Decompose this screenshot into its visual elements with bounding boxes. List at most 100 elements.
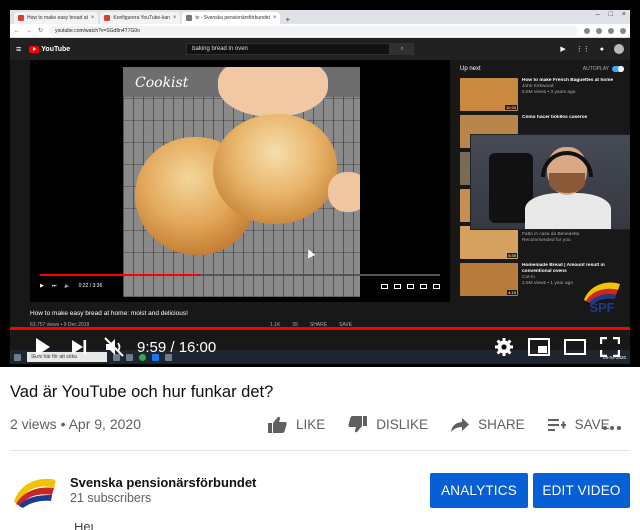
page-favicon-icon [186,15,193,21]
subscriber-count: 21 subscribers [70,491,152,505]
up-next-header: Up next AUTOPLAY [460,66,624,72]
more-actions-icon[interactable] [603,426,621,430]
recorded-time: 0:22 / 3:36 [78,283,103,289]
recorded-tab-label: How to make easy bread at [27,15,88,21]
fullscreen-button[interactable] [600,337,620,357]
recorded-youtube-header: ≡ YouTube baking bread in oven ⌕ ▶ ⋮⋮ ● [10,38,630,60]
miniplayer-icon [407,283,414,289]
channel-name[interactable]: Svenska pensionärsförbundet [70,475,256,490]
duration-badge: 4:15 [507,290,517,295]
new-tab-icon: + [285,15,291,24]
person-shirt [525,193,611,229]
dislike-label: DISLIKE [376,417,429,432]
back-icon: ← [14,27,20,34]
recorded-search-box: baking bread in oven [186,43,391,55]
play-button[interactable] [36,338,50,356]
fullscreen-icon [433,283,440,289]
like-button[interactable]: LIKE [268,416,325,433]
up-next-title: Homemade Bread | Amount result in conven… [522,263,605,274]
duration-badge: 10:33 [504,105,517,110]
recorded-video-title: How to make easy bread at home: moist an… [30,310,188,317]
recorded-header-actions: ▶ ⋮⋮ ● [560,44,624,54]
volume-icon: 🔈 [64,283,71,289]
theater-icon [420,283,427,289]
time-display: 9:59 / 16:00 [137,339,217,356]
video-thumbnail: 6:39 [460,226,518,259]
play-icon: ▶ [40,283,44,289]
player-controls: 9:59 / 16:00 [0,330,640,367]
settings-button[interactable] [494,337,514,357]
search-icon: ⌕ [390,43,415,55]
video-thumbnail: 10:33 [460,78,518,111]
maximize-icon: □ [608,11,613,18]
recorded-url: youtube.com/watch?v=SGd8n4T7G0o [49,25,578,36]
close-icon: × [90,15,95,21]
apps-icon: ⋮⋮ [575,46,590,53]
reload-icon: ↻ [38,28,44,34]
channel-logo-icon [10,468,58,516]
bread-video-frame: Cookist [123,67,360,297]
up-next-views: 6.5M views • 3 years ago [522,89,576,95]
autoplay: AUTOPLAY [583,66,624,72]
recorded-tab: How to make easy bread at × [14,12,99,24]
theater-mode-button[interactable] [564,339,586,355]
up-next-item: 6:39 PANINI CROCCANTI, FACILI E VELOCIFat… [460,226,624,261]
close-window-icon: × [621,11,626,18]
divider [10,450,630,451]
subtitles-icon [381,283,388,289]
hand [328,172,360,212]
avatar [614,44,624,54]
window-controls: – □ × [596,11,626,18]
up-next-item: 10:33 How to make French Baguettes at hom… [460,78,624,113]
create-video-icon: ▶ [560,46,566,53]
video-watermark: Cookist [135,75,189,91]
youtube-favicon-icon [18,15,24,21]
save-button[interactable]: SAVE [547,417,610,432]
extension-icon [596,27,602,34]
extension-icon [584,27,590,34]
settings-icon [394,283,401,289]
minimize-icon: – [595,11,600,18]
video-meta: 2 views • Apr 9, 2020 [10,416,141,432]
channel-avatar[interactable] [10,468,58,516]
spf-logo-text: SPF [589,300,615,315]
video-title: Vad är YouTube och hur funkar det? [10,383,274,401]
up-next-info: PANINI CROCCANTI, FACILI E VELOCIFatto i… [522,226,610,261]
thumbs-up-icon [268,416,287,433]
video-player[interactable]: How to make easy bread at × Konfigurera Y… [0,0,640,367]
recorded-progress-bar [40,274,440,276]
share-button[interactable]: SHARE [451,417,525,432]
recorded-tab-bar: How to make easy bread at × Konfigurera Y… [10,10,630,24]
webcam-overlay [470,134,630,230]
mute-button[interactable] [104,337,124,357]
recorded-tab: tv - Svenska pensionärsförbundet × [182,12,281,24]
profile-icon [620,27,626,34]
youtube-favicon-icon [104,15,111,21]
recorded-right-controls [381,283,440,289]
video-actions: LIKE DISLIKE SHARE SAVE [268,416,633,433]
forward-icon: → [26,27,32,34]
like-label: LIKE [296,417,326,432]
bread-loaf [213,114,337,224]
spf-logo: SPF [580,278,624,324]
next-button[interactable] [71,339,87,355]
video-thumbnail: 4:15 [460,263,518,296]
edit-video-button[interactable]: EDIT VIDEO [533,473,630,508]
autoplay-toggle [612,66,624,72]
miniplayer-button[interactable] [528,338,550,356]
recorded-tab: Konfigurera YouTube-kan × [100,12,181,24]
recorded-tab-label: Konfigurera YouTube-kan [113,15,170,21]
add-to-playlist-icon [547,418,566,431]
share-icon [451,417,470,432]
close-icon: × [272,15,277,21]
dislike-button[interactable]: DISLIKE [348,416,428,433]
duration-badge: 6:39 [507,253,517,258]
up-next-views: Recommended for you [522,237,571,243]
analytics-button[interactable]: ANALYTICS [430,473,528,508]
thumbs-down-icon [348,416,368,433]
youtube-logo: YouTube [29,45,71,53]
youtube-wordmark: YouTube [41,45,71,53]
recorded-tab-label: tv - Svenska pensionärsförbundet [195,15,270,21]
screen-recording: How to make easy bread at × Konfigurera Y… [10,10,630,364]
up-next-info: How to make French Baguettes at home John… [522,78,613,113]
